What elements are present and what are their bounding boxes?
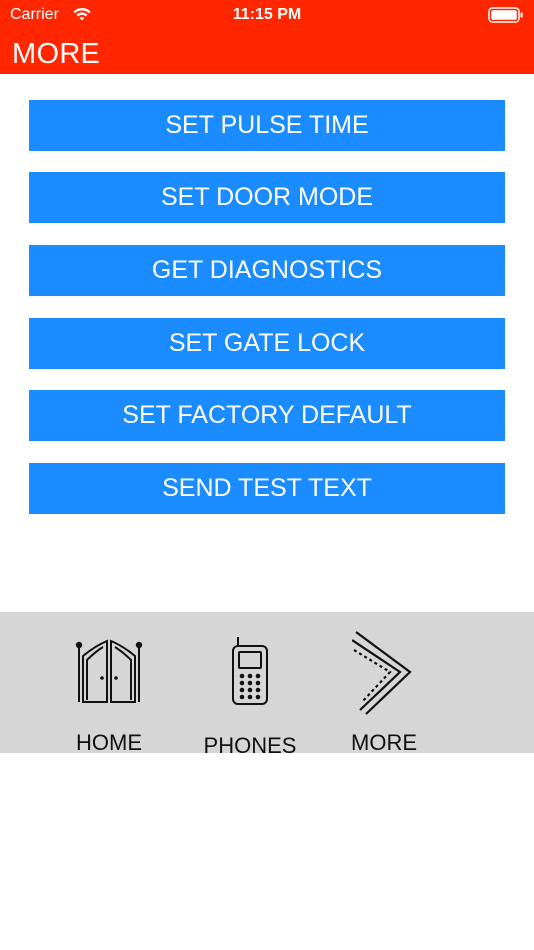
tab-bar: HOME PHONES MORE	[0, 612, 534, 758]
tab-phones-label: PHONES	[203, 733, 297, 758]
tab-more[interactable]: MORE	[324, 612, 444, 755]
tab-home[interactable]: HOME	[49, 612, 169, 755]
send-test-text-button[interactable]: SEND TEST TEXT	[29, 463, 505, 514]
status-bar: Carrier 11:15 PM	[0, 0, 534, 32]
get-diagnostics-button[interactable]: GET DIAGNOSTICS	[29, 245, 505, 296]
clock-time: 11:15 PM	[232, 6, 302, 23]
set-pulse-time-button[interactable]: SET PULSE TIME	[29, 100, 505, 151]
tab-phones[interactable]: PHONES	[190, 612, 310, 758]
tab-home-label: HOME	[76, 730, 142, 755]
app-header: Carrier 11:15 PM MORE	[0, 0, 534, 74]
set-gate-lock-button[interactable]: SET GATE LOCK	[29, 318, 505, 369]
page-title: MORE	[12, 38, 101, 70]
chevron-right-icon	[352, 631, 412, 715]
set-factory-default-button[interactable]: SET FACTORY DEFAULT	[29, 390, 505, 441]
saloon-doors-icon	[75, 639, 143, 703]
tab-more-label: MORE	[351, 730, 417, 755]
set-door-mode-button[interactable]: SET DOOR MODE	[29, 172, 505, 223]
mobile-phone-icon	[232, 637, 268, 705]
battery-icon	[488, 7, 523, 23]
